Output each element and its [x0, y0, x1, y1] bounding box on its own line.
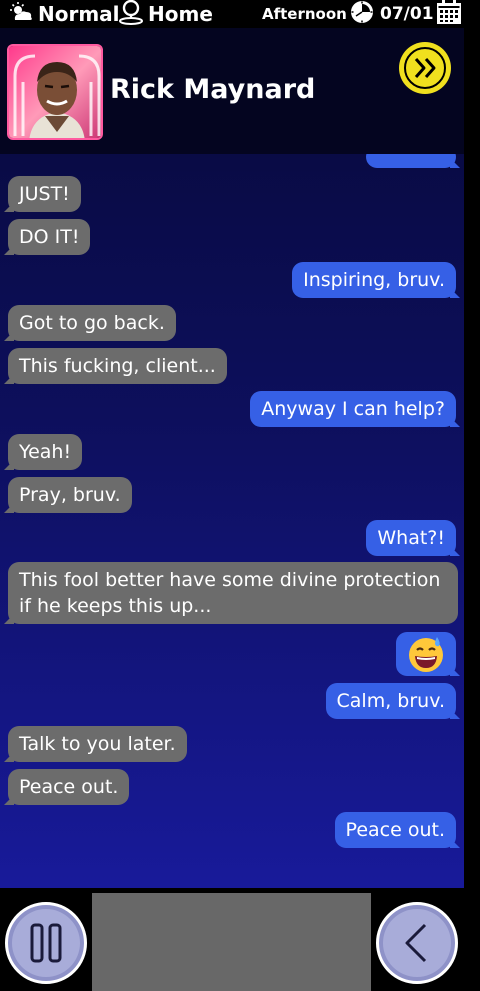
message-sent: Peace out. [334, 812, 456, 848]
message-received: Pray, bruv. [8, 477, 132, 513]
message-sent: What?! [366, 520, 456, 556]
calendar-icon [436, 0, 462, 30]
contact-avatar [7, 44, 103, 140]
message-received: This fool better have some divine protec… [8, 562, 458, 624]
time-of-day-indicator: Afternoon [262, 0, 378, 28]
message-received: Talk to you later. [8, 726, 187, 762]
location-indicator: Home [118, 0, 213, 28]
chat-panel: Rick Maynard JUST! DO IT! Inspiring, bru… [0, 28, 464, 888]
date-label: 07/01 [380, 4, 434, 24]
message-received: Got to go back. [8, 305, 176, 341]
back-button[interactable] [376, 902, 458, 984]
location-pin-icon [118, 0, 144, 30]
message-sent-emoji [396, 632, 456, 676]
message-sent: Inspiring, bruv. [292, 262, 456, 298]
location-label: Home [148, 2, 213, 26]
fast-forward-icon [399, 42, 451, 94]
contact-name: Rick Maynard [110, 74, 316, 105]
message-received: DO IT! [8, 219, 91, 255]
chat-header: Rick Maynard [0, 28, 464, 154]
weather-indicator: Normal [10, 0, 120, 28]
message-sent: Anyway I can help? [250, 391, 456, 427]
clock-icon [350, 0, 374, 28]
sweat-smile-emoji-icon [409, 637, 443, 672]
message-received: This fucking, client... [8, 348, 227, 384]
pause-icon [30, 923, 62, 963]
message-sent: Calm, bruv. [325, 683, 456, 719]
bottom-bar [0, 888, 480, 991]
weather-label: Normal [38, 2, 120, 26]
weather-icon [10, 1, 34, 27]
status-bar: Normal Home Afternoon 07/01 [0, 0, 480, 28]
skip-button[interactable] [398, 41, 452, 95]
date-indicator: 07/01 [380, 0, 466, 28]
message-received: JUST! [8, 176, 81, 212]
pause-button[interactable] [5, 902, 87, 984]
message-received: Yeah! [8, 434, 83, 470]
time-of-day-label: Afternoon [262, 5, 347, 23]
chevron-left-icon [405, 923, 427, 963]
message-received: Peace out. [8, 769, 130, 805]
reply-area[interactable] [92, 893, 371, 991]
